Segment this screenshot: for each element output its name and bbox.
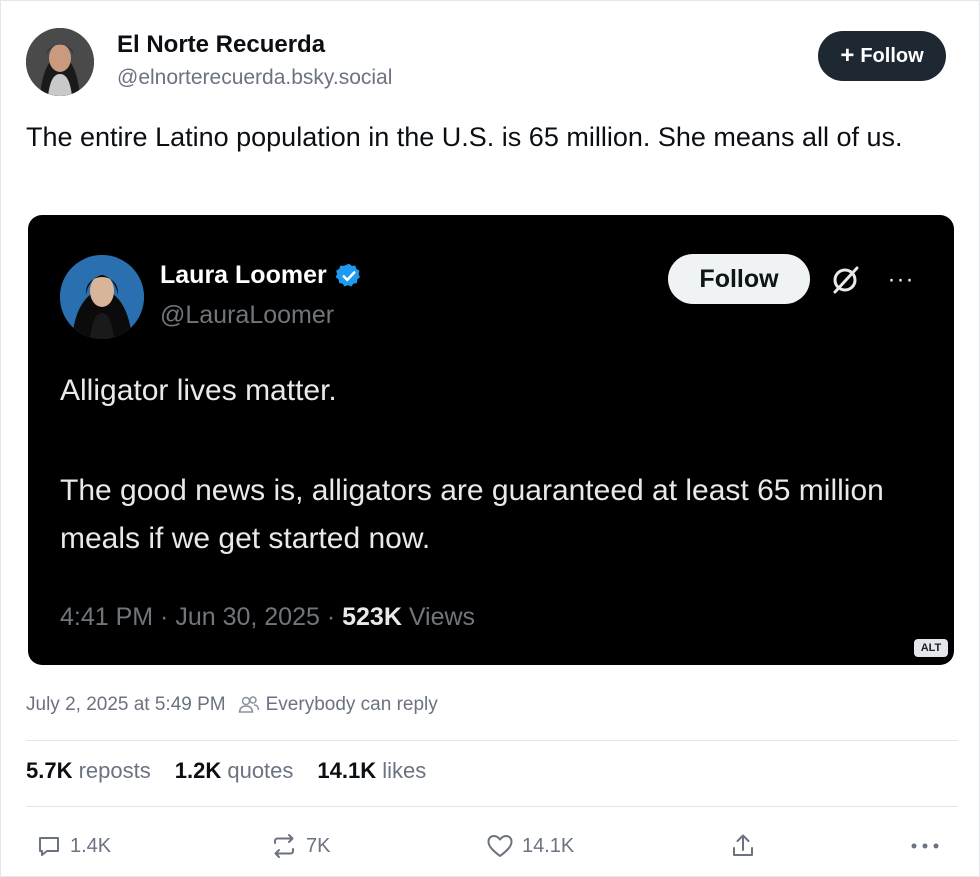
author-display-name[interactable]: El Norte Recuerda <box>117 31 325 59</box>
plus-icon: + <box>840 42 855 69</box>
embed-views-count: 523K <box>342 603 402 631</box>
like-count: 14.1K <box>522 834 575 857</box>
author-handle[interactable]: @elnorterecuerda.bsky.social <box>117 66 392 90</box>
divider <box>26 806 958 807</box>
more-icon <box>910 842 940 850</box>
reposts-count-link[interactable]: 5.7K reposts <box>26 758 151 784</box>
repost-count: 7K <box>306 834 331 857</box>
reply-button[interactable]: 1.4K <box>36 826 111 866</box>
heart-icon <box>486 833 514 859</box>
follow-button[interactable]: + Follow <box>818 31 946 81</box>
embed-time: 4:41 PM · Jun 30, 2025 · <box>60 603 343 631</box>
embed-views-label: Views <box>401 603 476 631</box>
repost-button[interactable]: 7K <box>270 826 330 866</box>
embed-text: Alligator lives matter. The good news is… <box>60 367 920 563</box>
quotes-count: 1.2K <box>174 758 222 783</box>
embed-meta: 4:41 PM · Jun 30, 2025 · 523K Views <box>60 603 475 632</box>
reply-setting: Everybody can reply <box>238 694 438 716</box>
alt-badge[interactable]: ALT <box>914 639 948 657</box>
grok-icon <box>830 265 860 295</box>
share-button[interactable] <box>730 826 756 866</box>
people-icon <box>238 696 260 714</box>
repost-icon <box>270 833 298 859</box>
divider <box>26 740 958 741</box>
share-icon <box>730 832 756 860</box>
embed-avatar <box>60 255 144 339</box>
post-timestamp: July 2, 2025 at 5:49 PM <box>26 694 226 715</box>
post-text: The entire Latino population in the U.S.… <box>26 122 903 152</box>
reposts-label: reposts <box>72 758 151 783</box>
likes-count-link[interactable]: 14.1K likes <box>317 758 426 784</box>
more-options-button[interactable] <box>910 826 940 866</box>
post-details: July 2, 2025 at 5:49 PM Everybody can re… <box>26 694 438 716</box>
verified-badge-icon <box>335 262 363 290</box>
likes-label: likes <box>376 758 427 783</box>
action-bar: 1.4K 7K 14.1K <box>26 826 946 866</box>
author-avatar[interactable] <box>26 28 94 96</box>
embed-handle: @LauraLoomer <box>160 301 335 329</box>
embed-display-name: Laura Loomer <box>160 261 363 290</box>
embed-more-icon: ··· <box>887 266 915 293</box>
quotes-label: quotes <box>221 758 294 783</box>
reposts-count: 5.7K <box>26 758 73 783</box>
follow-button-label: Follow <box>860 44 924 67</box>
engagement-counts: 5.7K reposts 1.2K quotes 14.1K likes <box>26 758 426 784</box>
embed-follow-button: Follow <box>668 254 810 304</box>
embed-display-name-text: Laura Loomer <box>160 261 327 289</box>
reply-setting-label: Everybody can reply <box>265 694 438 715</box>
embed-text-line-2: The good news is, alligators are guarant… <box>60 474 884 555</box>
reply-icon <box>36 833 62 859</box>
like-button[interactable]: 14.1K <box>486 826 574 866</box>
embed-text-line-1: Alligator lives matter. <box>60 374 337 407</box>
embedded-image[interactable]: Laura Loomer @LauraLoomer Follow ··· All… <box>28 215 954 665</box>
reply-count: 1.4K <box>70 834 112 857</box>
quotes-count-link[interactable]: 1.2K quotes <box>175 758 294 784</box>
likes-count: 14.1K <box>317 758 377 783</box>
